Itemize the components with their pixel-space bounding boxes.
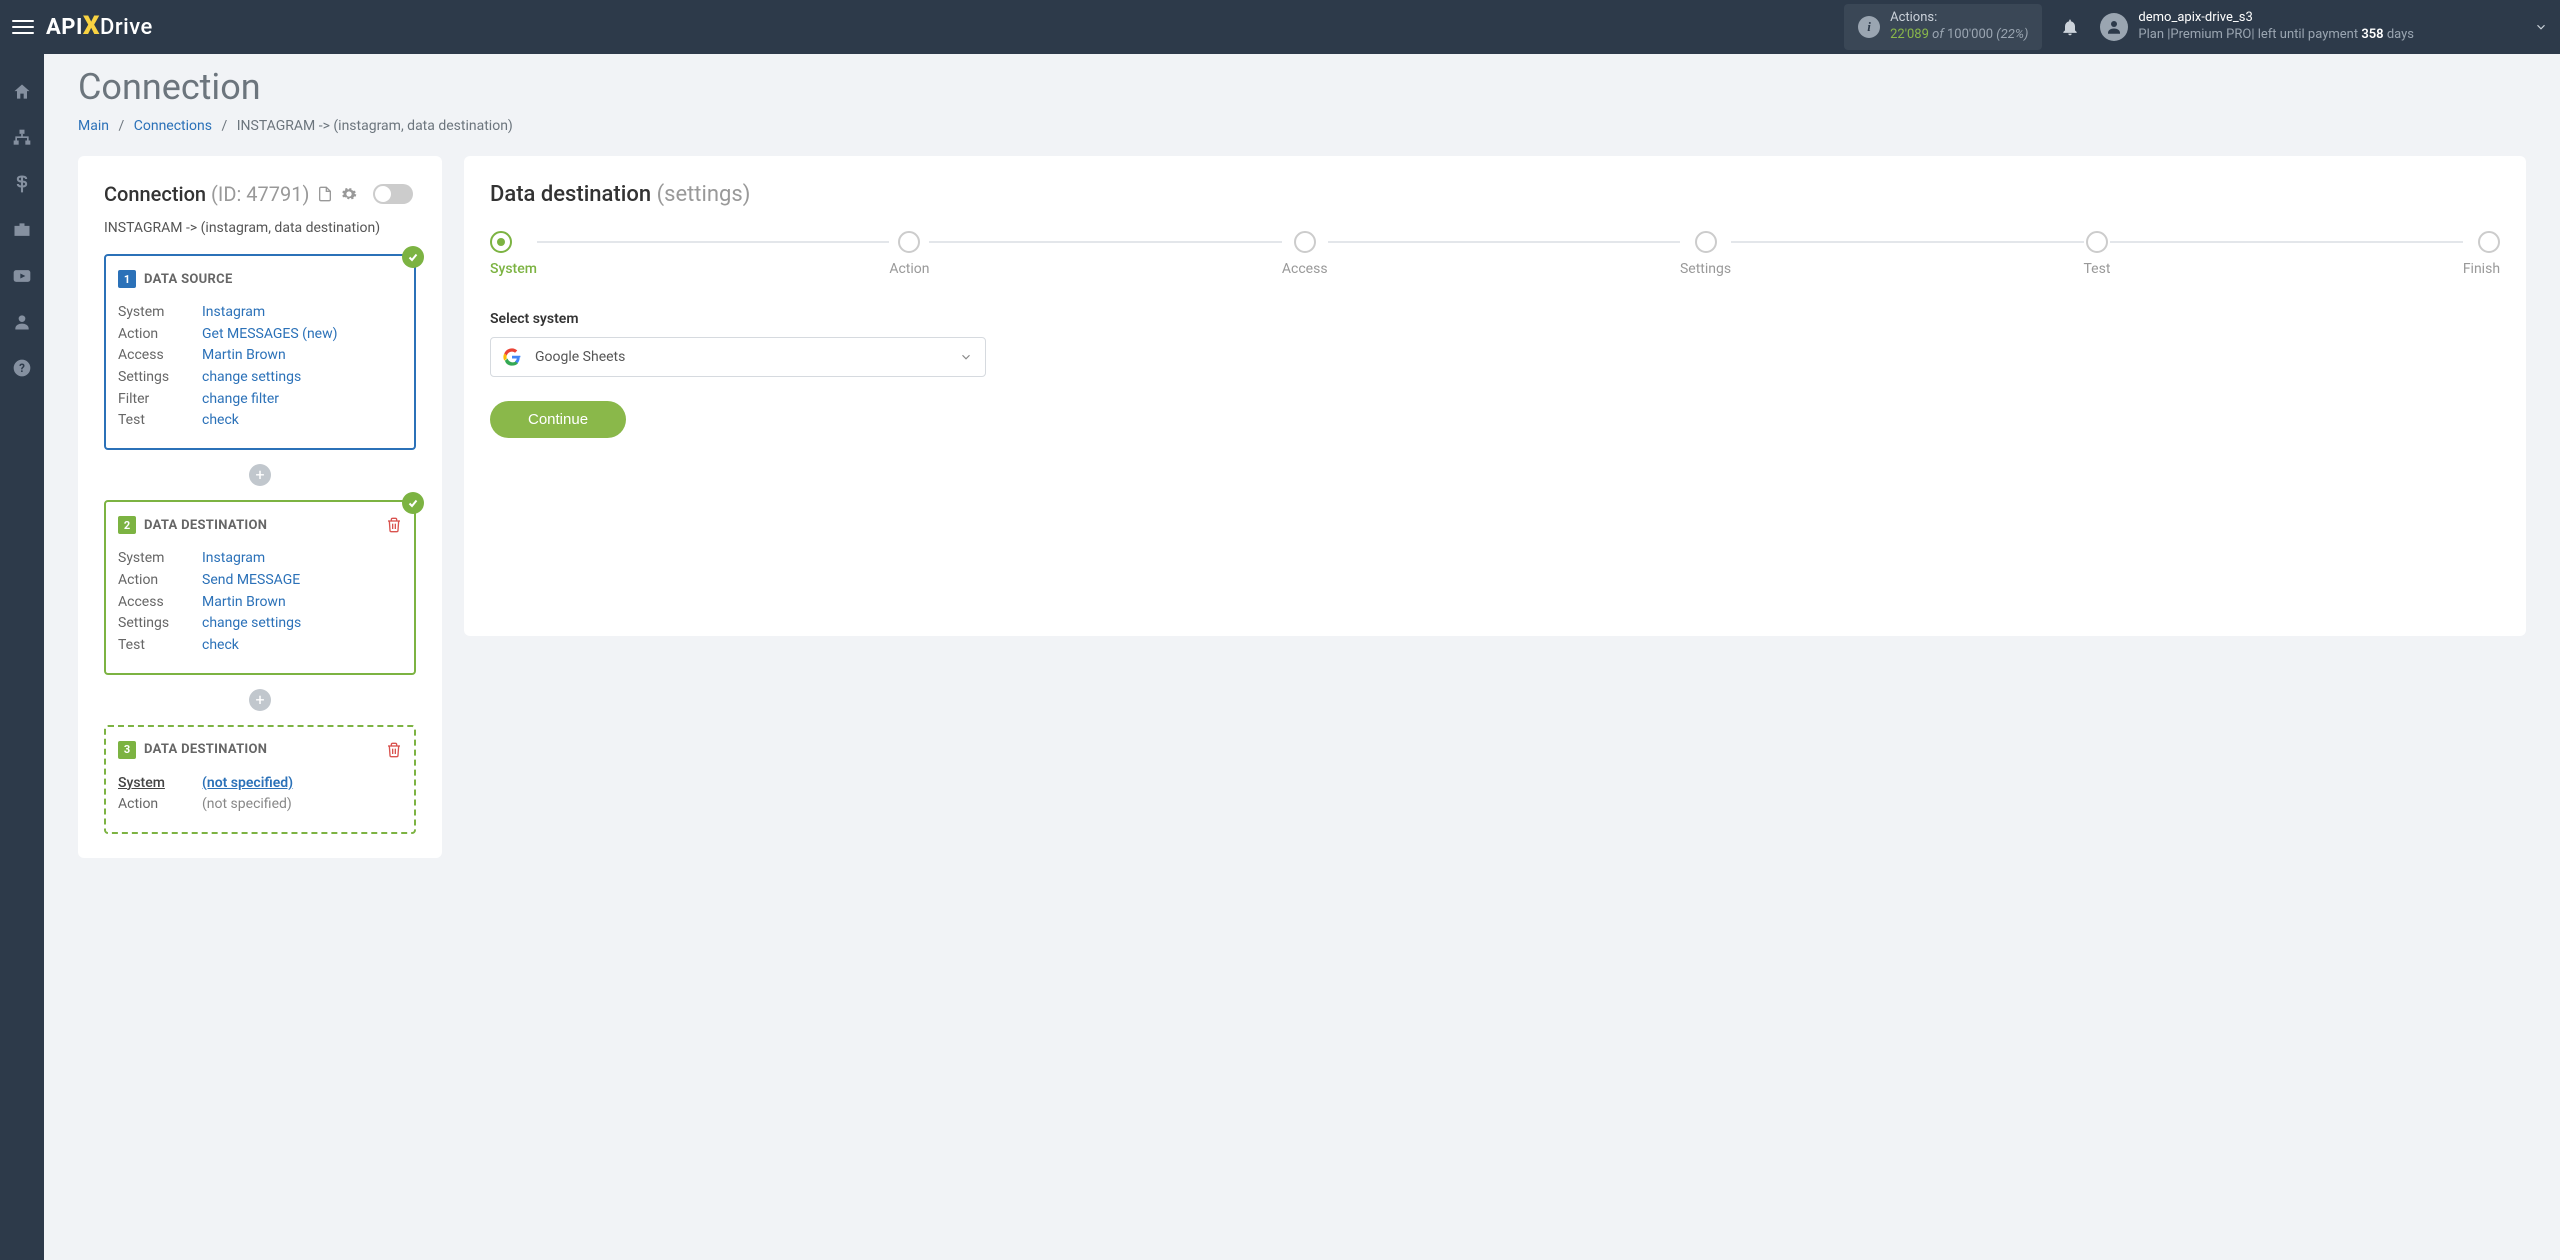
step-system[interactable]: System [490, 231, 537, 277]
block-title: DATA SOURCE [144, 272, 233, 287]
select-system-label: Select system [490, 311, 2500, 327]
source-filter-link[interactable]: change filter [202, 389, 279, 411]
source-test-link[interactable]: check [202, 410, 239, 432]
sidebar: ? [0, 54, 44, 1260]
step-number-badge: 2 [118, 516, 136, 534]
block-title: DATA DESTINATION [144, 742, 267, 757]
dollar-icon[interactable] [12, 174, 32, 194]
stepper: System Action Access Setti [490, 231, 2500, 277]
trash-icon[interactable] [386, 742, 402, 758]
enabled-toggle[interactable] [373, 184, 413, 204]
check-icon [402, 492, 424, 514]
home-icon[interactable] [12, 82, 32, 102]
step-settings[interactable]: Settings [1680, 231, 1731, 277]
connection-title: Connection (ID: 47791) [104, 182, 309, 206]
dest1-access-link[interactable]: Martin Brown [202, 592, 286, 614]
google-icon [503, 348, 521, 366]
select-value: Google Sheets [535, 349, 625, 365]
step-number-badge: 3 [118, 741, 136, 759]
breadcrumb: Main / Connections / INSTAGRAM -> (insta… [78, 118, 2526, 134]
source-access-link[interactable]: Martin Brown [202, 345, 286, 367]
youtube-icon[interactable] [12, 266, 32, 286]
breadcrumb-current: INSTAGRAM -> (instagram, data destinatio… [237, 118, 513, 134]
help-icon[interactable]: ? [12, 358, 32, 378]
info-icon: i [1858, 16, 1880, 38]
menu-toggle[interactable] [12, 16, 34, 38]
briefcase-icon[interactable] [12, 220, 32, 240]
svg-text:?: ? [19, 361, 25, 375]
step-finish[interactable]: Finish [2463, 231, 2500, 277]
check-icon [402, 246, 424, 268]
avatar-icon [2100, 13, 2128, 41]
breadcrumb-connections[interactable]: Connections [134, 118, 212, 134]
dest1-system-link[interactable]: Instagram [202, 548, 265, 570]
step-number-badge: 1 [118, 270, 136, 288]
actions-text: Actions: 22'089 of 100'000 (22%) [1890, 10, 2028, 44]
step-action[interactable]: Action [889, 231, 929, 277]
dest1-action-link[interactable]: Send MESSAGE [202, 570, 300, 592]
sitemap-icon[interactable] [12, 128, 32, 148]
logo[interactable]: APIXDrive [46, 12, 153, 42]
source-settings-link[interactable]: change settings [202, 367, 301, 389]
user-icon[interactable] [12, 312, 32, 332]
add-block-button[interactable]: + [249, 689, 271, 711]
chevron-down-icon[interactable] [2534, 20, 2548, 34]
destination-settings-panel: Data destination (settings) System Actio… [464, 156, 2526, 636]
user-menu[interactable]: demo_apix-drive_s3 Plan |Premium PRO| le… [2100, 10, 2414, 44]
source-system-link[interactable]: Instagram [202, 302, 265, 324]
continue-button[interactable]: Continue [490, 401, 626, 438]
user-text: demo_apix-drive_s3 Plan |Premium PRO| le… [2138, 10, 2414, 44]
step-test[interactable]: Test [2084, 231, 2111, 277]
dest1-settings-link[interactable]: change settings [202, 613, 301, 635]
page-title: Connection [78, 66, 2526, 108]
select-system-dropdown[interactable]: Google Sheets [490, 337, 986, 377]
data-destination-block-1: 2 DATA DESTINATION SystemInstagram Actio… [104, 500, 416, 674]
add-block-button[interactable]: + [249, 464, 271, 486]
block-title: DATA DESTINATION [144, 518, 267, 533]
step-access[interactable]: Access [1282, 231, 1328, 277]
dest1-test-link[interactable]: check [202, 635, 239, 657]
trash-icon[interactable] [386, 517, 402, 533]
connection-subtitle: INSTAGRAM -> (instagram, data destinatio… [104, 220, 416, 236]
notifications-icon[interactable] [2060, 17, 2080, 37]
dest2-action-value: (not specified) [202, 794, 292, 816]
dest2-system-link[interactable]: (not specified) [202, 773, 293, 795]
document-icon[interactable] [317, 186, 333, 202]
data-source-block: 1 DATA SOURCE SystemInstagram ActionGet … [104, 254, 416, 450]
gear-icon[interactable] [341, 186, 357, 202]
breadcrumb-main[interactable]: Main [78, 118, 109, 134]
data-destination-block-2: 3 DATA DESTINATION System(not specified)… [104, 725, 416, 834]
panel-title: Data destination (settings) [490, 182, 2500, 207]
source-action-link[interactable]: Get MESSAGES (new) [202, 324, 338, 346]
connection-panel: Connection (ID: 47791) INSTAGRAM -> (ins… [78, 156, 442, 858]
actions-counter[interactable]: i Actions: 22'089 of 100'000 (22%) [1844, 4, 2042, 50]
chevron-down-icon [959, 350, 973, 364]
